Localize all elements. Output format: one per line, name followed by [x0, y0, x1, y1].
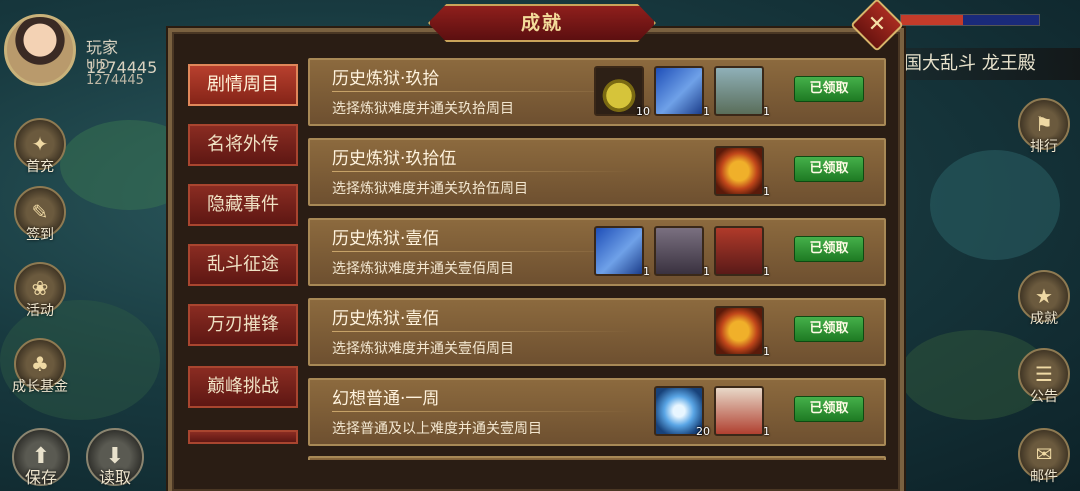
close-icon: ✕ — [867, 12, 887, 37]
save-button[interactable]: ⬆ 保存 — [6, 428, 76, 488]
player-uid: UID 1274445 — [86, 58, 144, 88]
avatar[interactable] — [4, 14, 76, 86]
scroll-icon[interactable]: 1 — [594, 226, 650, 278]
divider — [332, 91, 632, 92]
hero-portrait-icon[interactable]: 1 — [714, 66, 770, 118]
achievement-row: 历史炼狱·玖拾 选择炼狱难度并通关玖拾周目 10 1 1 已领取 — [308, 58, 886, 126]
hero-portrait-icon[interactable]: 1 — [654, 226, 710, 278]
hero-portrait-icon[interactable]: 1 — [714, 386, 770, 438]
first-charge-button[interactable]: ✦ 首充 — [8, 118, 72, 176]
achievement-desc: 选择炼狱难度并通关壹佰周目 — [332, 261, 514, 277]
growth-fund-button[interactable]: ♣ 成长基金 — [8, 338, 72, 396]
divider — [332, 411, 632, 412]
ranking-button[interactable]: ⚑ 排行 — [1012, 98, 1076, 156]
scroll-icon[interactable]: 1 — [654, 66, 710, 118]
sign-in-button[interactable]: ✎ 签到 — [8, 186, 72, 244]
achievement-row: 历史炼狱·玖拾伍 选择炼狱难度并通关玖拾伍周目 1 已领取 — [308, 138, 886, 206]
notice-button[interactable]: ☰ 公告 — [1012, 348, 1076, 406]
player-info: 玩家1274445 UID 1274445 — [0, 0, 170, 95]
activity-button[interactable]: ❀ 活动 — [8, 262, 72, 320]
achievement-title: 历史炼狱·玖拾 — [332, 69, 440, 89]
achievement-row: 历史炼狱·壹佰 选择炼狱难度并通关壹佰周目 1 已领取 — [308, 298, 886, 366]
claimed-button[interactable]: 已领取 — [794, 236, 864, 262]
divider — [332, 171, 632, 172]
location-label: 国大乱斗 龙王殿 — [898, 48, 1080, 80]
load-button[interactable]: ⬇ 读取 — [80, 428, 150, 488]
achievement-title: 历史炼狱·玖拾伍 — [332, 149, 457, 169]
treasure-chest-icon[interactable]: 1 — [714, 306, 770, 358]
achievement-list[interactable]: 历史炼狱·玖拾 选择炼狱难度并通关玖拾周目 10 1 1 已领取 历史炼狱·玖拾… — [308, 56, 886, 460]
mail-button[interactable]: ✉ 邮件 — [1012, 428, 1076, 486]
tab-blade-assault[interactable]: 万刃摧锋 — [188, 304, 298, 346]
tab-general-biography[interactable]: 名将外传 — [188, 124, 298, 166]
crystal-icon[interactable]: 20 — [654, 386, 710, 438]
achievement-desc: 选择炼狱难度并通关玖拾伍周目 — [332, 181, 528, 197]
divider — [332, 251, 632, 252]
hero-portrait-icon[interactable]: 1 — [714, 226, 770, 278]
tab-story-cycle[interactable]: 剧情周目 — [188, 64, 298, 106]
achievement-title: 幻想普通·一周 — [332, 389, 440, 409]
achievement-row: 历史炼狱·壹佰 选择炼狱难度并通关壹佰周目 1 1 1 已领取 — [308, 218, 886, 286]
background-scenery — [930, 150, 1060, 260]
achievement-desc: 选择炼狱难度并通关壹佰周目 — [332, 341, 514, 357]
achievement-title: 历史炼狱·壹佰 — [332, 309, 440, 329]
energy-bar — [900, 14, 1040, 26]
claimed-button[interactable]: 已领取 — [794, 396, 864, 422]
tab-peak-challenge[interactable]: 巅峰挑战 — [188, 366, 298, 408]
tab-partial[interactable] — [188, 430, 298, 444]
treasure-chest-icon[interactable]: 1 — [714, 146, 770, 198]
divider — [332, 331, 632, 332]
achievement-row-partial — [308, 456, 886, 460]
achievement-title: 历史炼狱·壹佰 — [332, 229, 440, 249]
tab-melee-journey[interactable]: 乱斗征途 — [188, 244, 298, 286]
claimed-button[interactable]: 已领取 — [794, 156, 864, 182]
tab-hidden-events[interactable]: 隐藏事件 — [188, 184, 298, 226]
dialog-title: 成就 — [428, 4, 656, 42]
claimed-button[interactable]: 已领取 — [794, 316, 864, 342]
achievement-desc: 选择炼狱难度并通关玖拾周目 — [332, 101, 514, 117]
achievement-button[interactable]: ★ 成就 — [1012, 270, 1076, 328]
golden-fruit-icon[interactable]: 10 — [594, 66, 650, 118]
achievement-desc: 选择普通及以上难度并通关壹周目 — [332, 421, 542, 437]
claimed-button[interactable]: 已领取 — [794, 76, 864, 102]
achievement-row: 幻想普通·一周 选择普通及以上难度并通关壹周目 20 1 已领取 — [308, 378, 886, 446]
